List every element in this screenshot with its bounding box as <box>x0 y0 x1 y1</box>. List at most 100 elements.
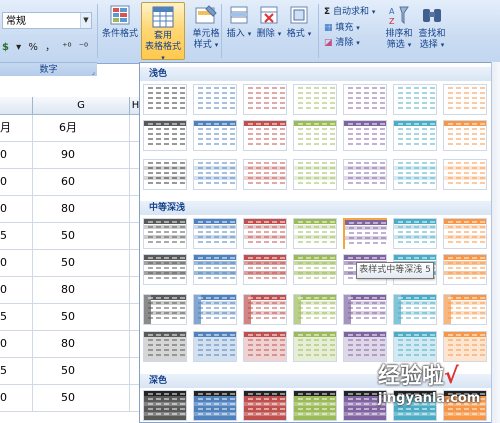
cell-g[interactable]: 80 <box>33 196 130 223</box>
table-style-preview <box>244 85 286 114</box>
insert-cells-button[interactable]: 插入 ▾ <box>224 4 254 58</box>
table-style-swatch[interactable] <box>193 159 237 190</box>
cell-g[interactable]: 50 <box>33 250 130 277</box>
decrease-decimal-button[interactable]: ⁻⁰ <box>79 42 88 53</box>
format-cells-button[interactable]: 格式 ▾ <box>284 4 314 58</box>
table-style-swatch[interactable] <box>143 218 187 249</box>
table-style-swatch[interactable] <box>443 84 487 115</box>
column-header-f[interactable] <box>0 97 33 115</box>
number-format-select[interactable]: 常规 ▼ <box>2 12 92 29</box>
table-style-swatch[interactable] <box>293 390 337 421</box>
format-label: 格式 <box>286 29 305 39</box>
table-style-swatch[interactable] <box>243 390 287 421</box>
cell-f[interactable]: 5 <box>0 358 33 385</box>
table-style-swatch[interactable] <box>193 294 237 325</box>
cell-f[interactable]: 0 <box>0 250 33 277</box>
table-style-swatch[interactable] <box>393 331 437 362</box>
table-style-swatch[interactable] <box>443 159 487 190</box>
table-style-swatch[interactable] <box>243 218 287 249</box>
cell-f[interactable]: 5 <box>0 223 33 250</box>
table-style-swatch[interactable] <box>193 120 237 151</box>
table-style-swatch[interactable] <box>143 294 187 325</box>
cell-f[interactable]: 0 <box>0 196 33 223</box>
cell-g[interactable]: 50 <box>33 223 130 250</box>
cell-g[interactable]: 50 <box>33 358 130 385</box>
table-style-swatch[interactable] <box>393 294 437 325</box>
cell-g[interactable]: 50 <box>33 304 130 331</box>
find-select-button[interactable]: 查找和 选择 ▾ <box>415 4 449 58</box>
cell-styles-button[interactable]: 单元格 样式 ▾ <box>186 4 226 58</box>
table-style-swatch[interactable] <box>393 159 437 190</box>
table-style-swatch[interactable] <box>293 331 337 362</box>
format-as-table-button[interactable]: 套用 表格格式 ▾ <box>141 2 185 62</box>
table-style-swatch[interactable] <box>443 294 487 325</box>
cell-g[interactable]: 90 <box>33 142 130 169</box>
table-style-swatch[interactable] <box>443 120 487 151</box>
cell-f-header[interactable]: 月 <box>0 115 33 142</box>
cell-g[interactable]: 80 <box>33 331 130 358</box>
table-style-swatch[interactable] <box>443 331 487 362</box>
table-style-swatch[interactable] <box>243 120 287 151</box>
table-style-swatch[interactable] <box>143 84 187 115</box>
cell-f[interactable]: 5 <box>0 304 33 331</box>
table-style-swatch[interactable] <box>293 218 337 249</box>
cell-g-header[interactable]: 6月 <box>33 115 130 142</box>
table-style-swatch[interactable] <box>193 254 237 285</box>
table-style-swatch[interactable] <box>143 390 187 421</box>
table-style-swatch[interactable] <box>143 254 187 285</box>
table-style-swatch[interactable] <box>293 84 337 115</box>
fill-button[interactable]: ▦ 填充 ▾ <box>324 22 360 34</box>
table-style-swatch[interactable] <box>293 159 337 190</box>
table-style-swatch[interactable] <box>143 159 187 190</box>
table-style-swatch[interactable] <box>343 84 387 115</box>
cell-f[interactable]: 0 <box>0 277 33 304</box>
comma-style-button[interactable]: ， <box>45 38 55 53</box>
table-style-swatch[interactable] <box>193 390 237 421</box>
table-style-swatch[interactable] <box>343 294 387 325</box>
table-style-swatch[interactable] <box>393 120 437 151</box>
delete-cells-button[interactable]: 删除 ▾ <box>254 4 284 58</box>
table-style-swatch[interactable] <box>193 218 237 249</box>
cell-f[interactable]: 0 <box>0 385 33 412</box>
cell-f[interactable]: 0 <box>0 331 33 358</box>
table-style-swatch-selected[interactable] <box>343 218 387 249</box>
percent-style-button[interactable]: % <box>28 42 38 53</box>
table-style-swatch[interactable] <box>343 120 387 151</box>
table-style-swatch[interactable] <box>243 254 287 285</box>
table-style-swatch[interactable] <box>193 331 237 362</box>
table-style-swatch[interactable] <box>343 159 387 190</box>
autosum-label: 自动求和 <box>333 7 370 17</box>
table-style-swatch[interactable] <box>293 294 337 325</box>
table-style-swatch[interactable] <box>243 294 287 325</box>
table-style-swatch[interactable] <box>243 331 287 362</box>
cell-g[interactable]: 50 <box>33 385 130 412</box>
conditional-formatting-button[interactable]: 条件格式 <box>100 4 140 58</box>
table-style-swatch[interactable] <box>293 120 337 151</box>
cell-f[interactable]: 0 <box>0 169 33 196</box>
accounting-format-icon[interactable]: $ <box>2 42 9 53</box>
table-style-swatch[interactable] <box>143 120 187 151</box>
cell-g[interactable]: 60 <box>33 169 130 196</box>
cell-f[interactable]: 0 <box>0 142 33 169</box>
accounting-dropdown[interactable]: ▾ <box>16 42 21 53</box>
increase-decimal-button[interactable]: ⁺⁰ <box>62 42 71 53</box>
table-style-swatch[interactable] <box>393 218 437 249</box>
autosum-button[interactable]: Σ 自动求和 ▾ <box>324 6 375 18</box>
table-style-swatch[interactable] <box>143 331 187 362</box>
table-style-swatch[interactable] <box>243 159 287 190</box>
column-header-g[interactable]: G <box>33 97 130 115</box>
table-style-swatch[interactable] <box>443 218 487 249</box>
table-style-swatch[interactable] <box>443 254 487 285</box>
table-style-swatch[interactable] <box>193 84 237 115</box>
table-style-swatch[interactable] <box>393 84 437 115</box>
table-style-preview <box>444 332 486 361</box>
table-style-swatch[interactable] <box>343 331 387 362</box>
cell-g[interactable]: 80 <box>33 277 130 304</box>
table-style-swatch[interactable] <box>293 254 337 285</box>
sort-filter-button[interactable]: A Z 排序和 筛选 ▾ <box>382 4 416 58</box>
chevron-down-icon[interactable]: ▼ <box>80 13 91 28</box>
cell-styles-label-2: 样式 <box>193 40 212 50</box>
table-style-preview <box>444 255 486 284</box>
table-style-swatch[interactable] <box>243 84 287 115</box>
clear-button[interactable]: ◪ 清除 ▾ <box>324 37 360 49</box>
